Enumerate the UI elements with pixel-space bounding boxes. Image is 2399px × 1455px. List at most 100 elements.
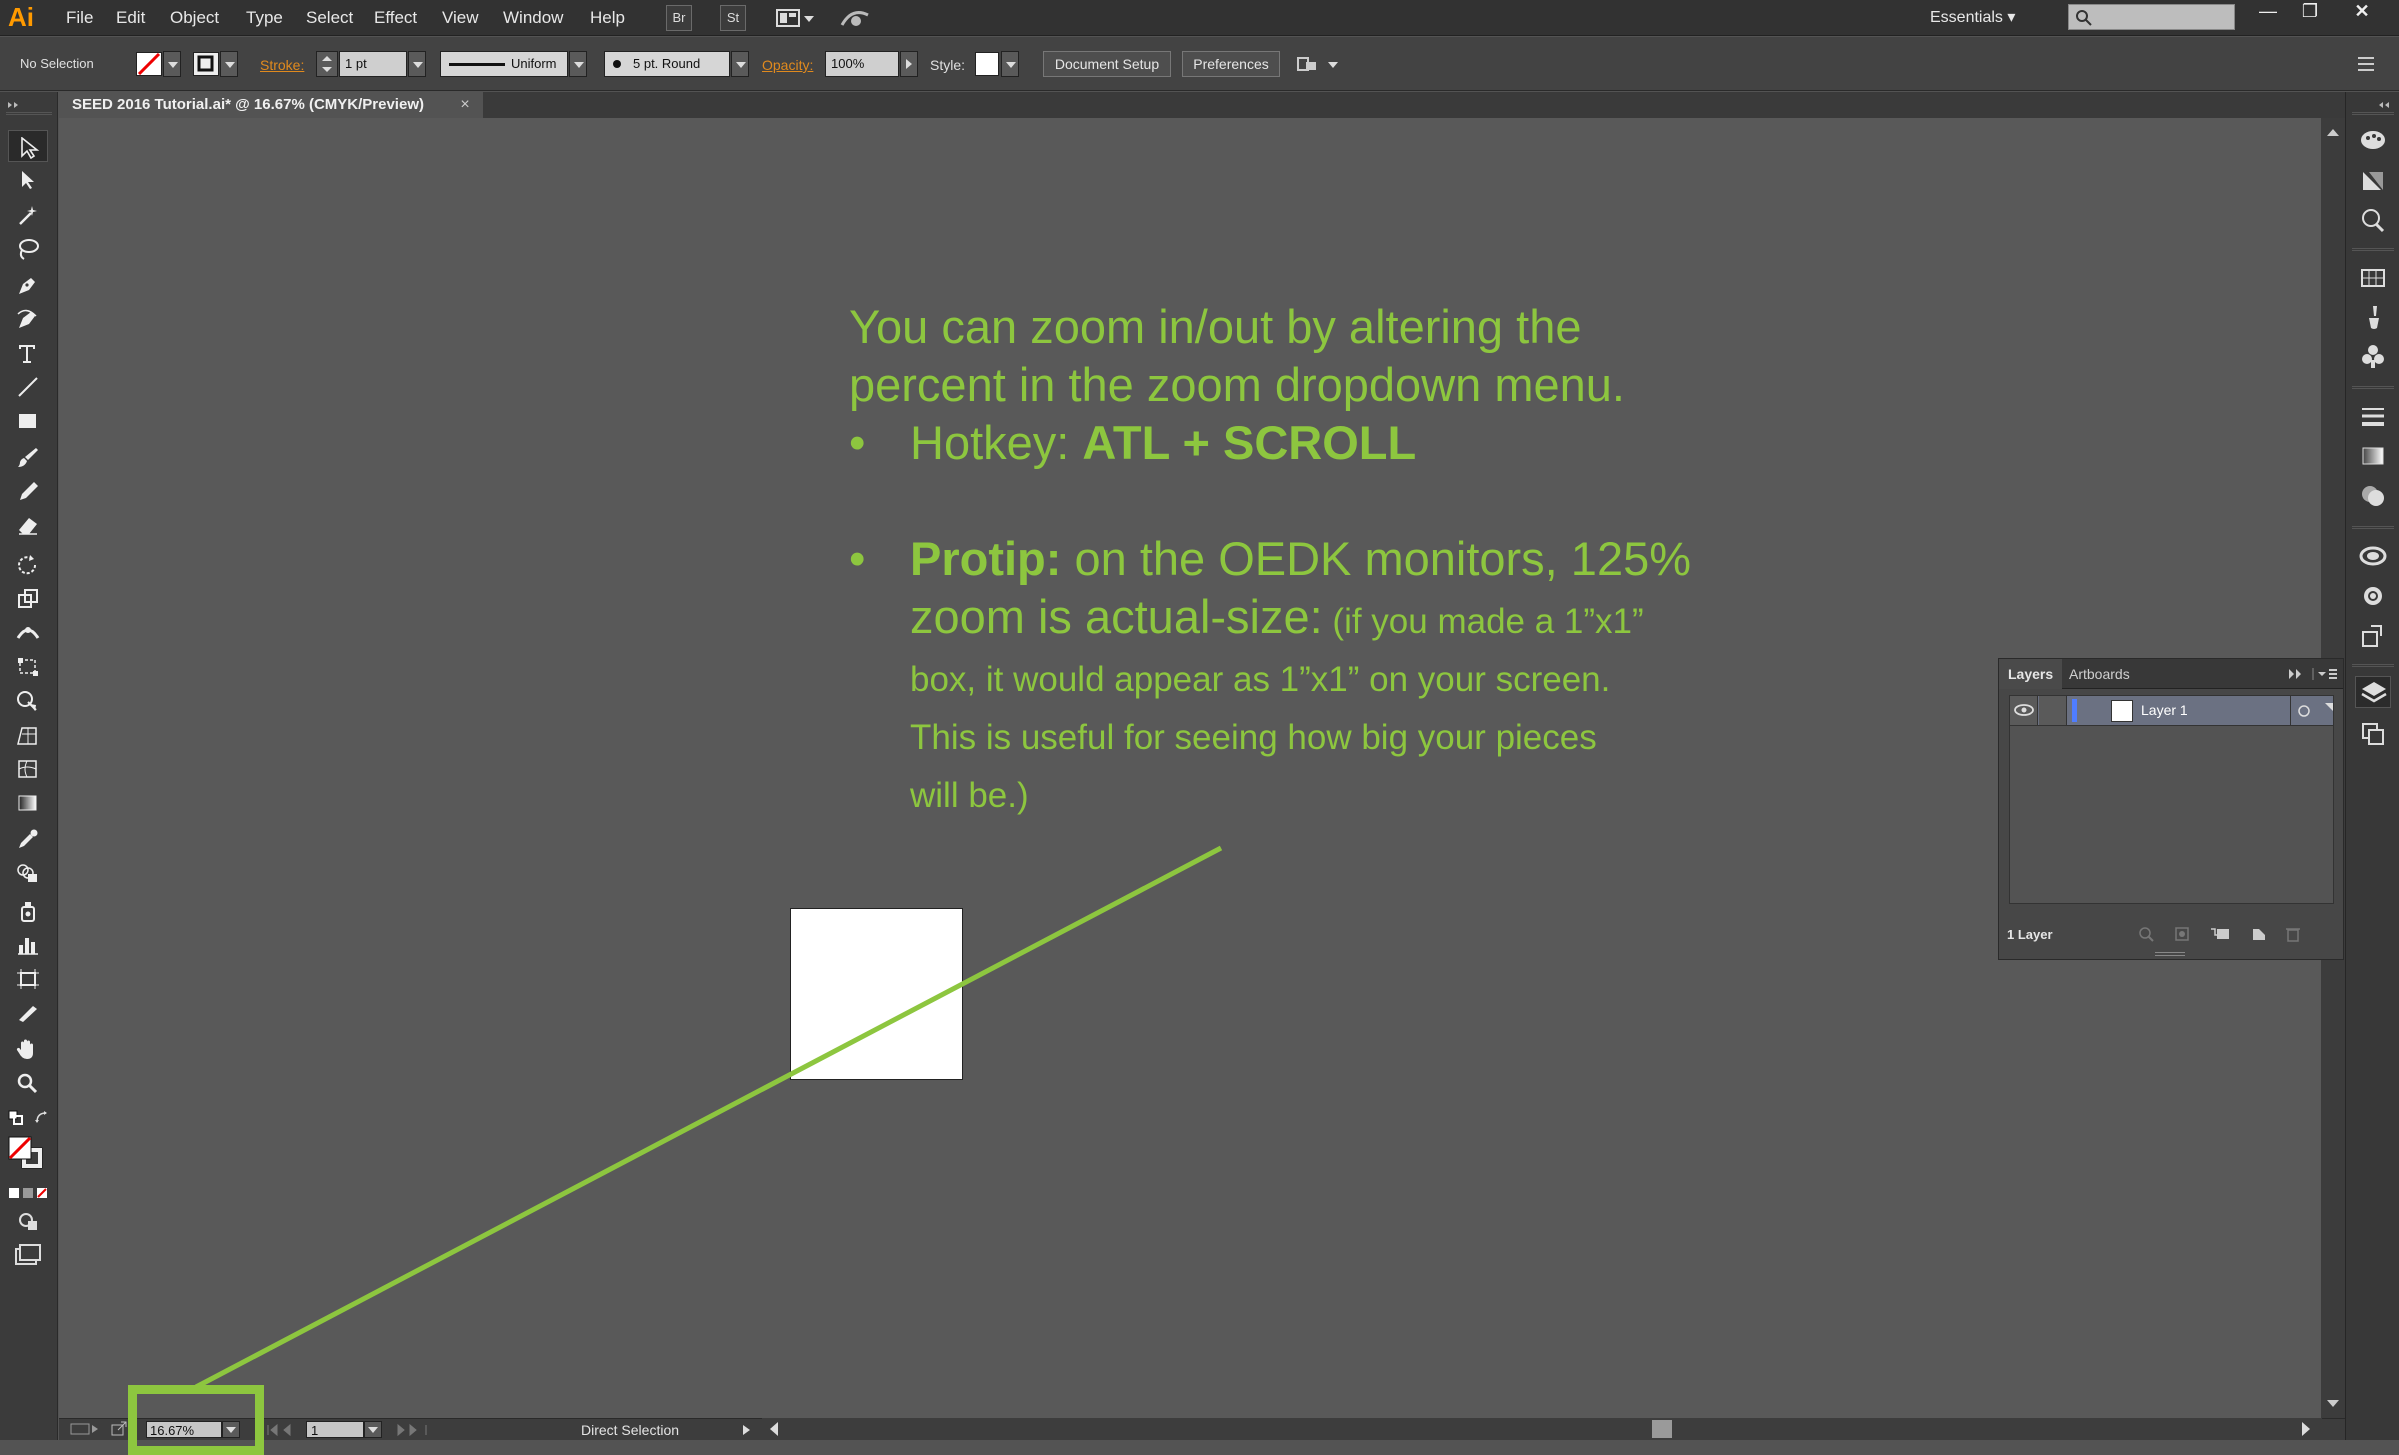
dock-grip[interactable] (2352, 526, 2394, 529)
menu-select[interactable]: Select (306, 0, 353, 36)
hand-tool[interactable] (8, 1032, 48, 1064)
arrange-documents-icon[interactable] (776, 6, 816, 30)
panel-menu-icon[interactable] (2311, 667, 2339, 681)
draw-mode-icon[interactable] (16, 1212, 42, 1232)
fill-dropdown[interactable] (163, 51, 181, 77)
column-graph-tool[interactable] (8, 928, 48, 960)
direct-selection-tool[interactable] (8, 164, 48, 196)
artboards-panel-icon[interactable] (2355, 718, 2391, 750)
graphic-styles-icon[interactable] (2355, 580, 2391, 612)
brush-field[interactable]: 5 pt. Round (604, 51, 730, 77)
artboard-tool[interactable] (8, 962, 48, 994)
stroke-profile-dropdown[interactable] (569, 51, 587, 77)
brush-dropdown[interactable] (731, 51, 749, 77)
image-trace-icon[interactable] (2355, 204, 2391, 236)
menu-edit[interactable]: Edit (116, 0, 145, 36)
dock-grip[interactable] (2352, 248, 2394, 251)
free-transform-tool[interactable] (8, 650, 48, 682)
panel-collapse-icon[interactable] (2287, 667, 2305, 681)
rectangle-tool[interactable] (8, 404, 48, 436)
layer-name[interactable]: Layer 1 (2141, 696, 2188, 725)
export-icon[interactable] (110, 1421, 130, 1437)
stroke-swatch[interactable] (193, 52, 219, 76)
menu-effect[interactable]: Effect (374, 0, 417, 36)
rotate-tool[interactable] (8, 548, 48, 580)
paintbrush-tool[interactable] (8, 440, 48, 472)
close-icon[interactable]: ✕ (2344, 0, 2380, 24)
preferences-button[interactable]: Preferences (1182, 51, 1280, 77)
gpu-performance-icon[interactable] (838, 5, 872, 31)
appearance-icon[interactable] (2355, 540, 2391, 572)
gpu-preview-icon[interactable] (70, 1421, 100, 1437)
gradient-panel-icon[interactable] (2355, 440, 2391, 472)
swatches-icon[interactable] (2355, 262, 2391, 294)
menu-window[interactable]: Window (503, 0, 563, 36)
line-segment-tool[interactable] (8, 370, 48, 402)
opacity-slider-button[interactable] (900, 51, 918, 77)
magic-wand-tool[interactable] (8, 198, 48, 230)
artboard-next-icons[interactable] (392, 1422, 432, 1438)
tab-artboards[interactable]: Artboards (2060, 659, 2139, 689)
search-input[interactable] (2068, 4, 2235, 30)
symbols-icon[interactable] (2355, 340, 2391, 372)
menu-help[interactable]: Help (590, 0, 625, 36)
zoom-tool[interactable] (8, 1066, 48, 1098)
arrange-icon[interactable] (1296, 53, 1342, 77)
status-current-tool[interactable]: Direct Selection (530, 1420, 730, 1440)
workspace-switcher[interactable]: Essentials ▾ (1930, 0, 2015, 36)
menu-object[interactable]: Object (170, 0, 219, 36)
pen-tool[interactable] (8, 268, 48, 300)
bridge-button[interactable]: Br (666, 5, 692, 31)
selection-tool[interactable] (8, 130, 48, 162)
layers-panel-icon[interactable] (2355, 676, 2391, 708)
tools-grip[interactable] (6, 112, 52, 115)
white-square[interactable] (790, 908, 963, 1080)
stroke-color-dropdown[interactable] (220, 51, 238, 77)
brushes-icon[interactable] (2355, 302, 2391, 334)
symbol-sprayer-tool[interactable] (8, 894, 48, 926)
fill-swatch[interactable] (136, 52, 162, 76)
new-layer-icon[interactable] (2249, 925, 2269, 943)
target-circle-icon[interactable] (2294, 701, 2314, 721)
visibility-eye-icon[interactable] (2010, 696, 2038, 725)
stroke-weight-stepper[interactable] (316, 51, 338, 77)
gradient-tool[interactable] (8, 786, 48, 818)
artboard-canvas[interactable]: You can zoom in/out by altering the perc… (59, 118, 2321, 1418)
stroke-panel-icon[interactable] (2355, 400, 2391, 432)
lasso-tool[interactable] (8, 232, 48, 264)
minimize-icon[interactable]: — (2250, 0, 2286, 24)
delete-layer-icon[interactable] (2283, 925, 2303, 943)
color-mode-icons[interactable] (8, 1186, 50, 1200)
mesh-tool[interactable] (8, 752, 48, 784)
type-tool[interactable] (8, 336, 48, 368)
restore-icon[interactable]: ❐ (2292, 0, 2328, 24)
artboard-dropdown[interactable] (364, 1421, 382, 1438)
swap-fill-stroke-icon[interactable] (34, 1110, 50, 1126)
stroke-weight-dropdown[interactable] (408, 51, 426, 77)
tab-close-icon[interactable]: × (453, 92, 477, 118)
new-sublayer-icon[interactable] (2209, 925, 2233, 943)
locate-object-icon[interactable] (2137, 925, 2157, 943)
opacity-label[interactable]: Opacity: (762, 55, 813, 75)
stock-button[interactable]: St (720, 5, 746, 31)
collapse-panel-icon[interactable] (6, 96, 28, 108)
pencil-tool[interactable] (8, 474, 48, 506)
asset-export-icon[interactable] (2355, 620, 2391, 652)
transparency-icon[interactable] (2355, 480, 2391, 512)
menu-type[interactable]: Type (246, 0, 283, 36)
graphic-style-dropdown[interactable] (1001, 51, 1019, 77)
control-bar-menu-icon[interactable] (2352, 54, 2378, 74)
expand-panels-icon[interactable] (2374, 96, 2396, 108)
graphic-style-swatch[interactable] (975, 52, 999, 76)
scale-tool[interactable] (8, 582, 48, 614)
status-menu-arrow-icon[interactable] (738, 1420, 756, 1440)
stroke-label[interactable]: Stroke: (260, 55, 304, 75)
menu-file[interactable]: File (66, 0, 93, 36)
screen-mode-icon[interactable] (14, 1244, 42, 1266)
default-fill-stroke-icon[interactable] (8, 1110, 24, 1126)
curvature-tool[interactable] (8, 302, 48, 334)
lock-toggle[interactable] (2039, 696, 2067, 725)
color-guide-icon[interactable] (2355, 164, 2391, 196)
horizontal-scroll-thumb[interactable] (1652, 1420, 1672, 1438)
dock-grip[interactable] (2352, 386, 2394, 389)
